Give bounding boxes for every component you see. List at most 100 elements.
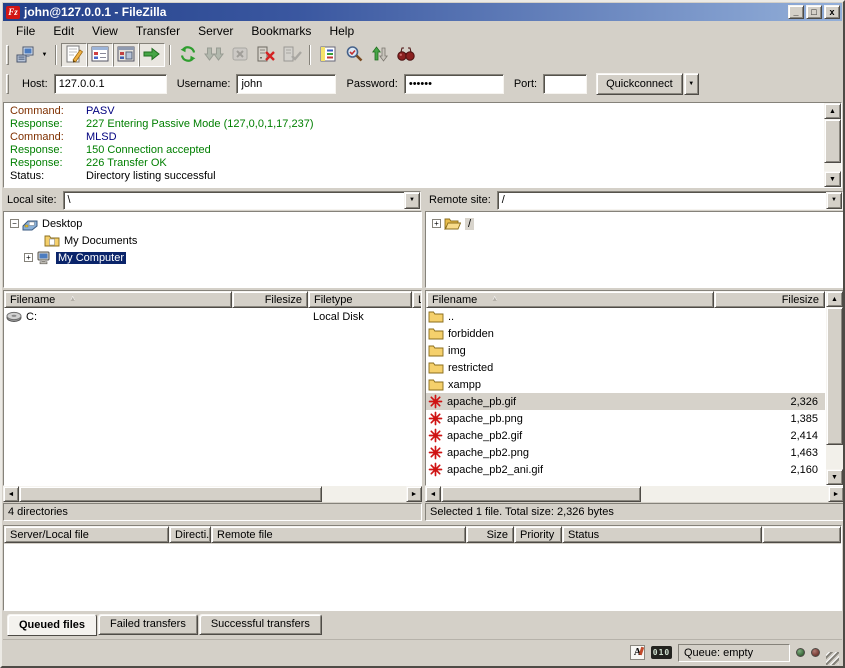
title-bar[interactable]: Fz john@127.0.0.1 - FileZilla _ □ x	[3, 3, 842, 21]
remote-file-row[interactable]: apache_pb2.gif2,414	[426, 427, 825, 444]
menu-edit[interactable]: Edit	[44, 22, 83, 41]
remote-file-row[interactable]: restricted	[426, 359, 825, 376]
tree-item-desktop[interactable]: − Desktop	[4, 215, 421, 232]
menu-view[interactable]: View	[83, 22, 127, 41]
host-input[interactable]	[54, 74, 167, 94]
toggle-local-treeview-button[interactable]	[87, 43, 113, 67]
remote-file-row[interactable]: img	[426, 342, 825, 359]
maximize-button[interactable]: □	[806, 5, 822, 19]
transfer-queue[interactable]: Server/Local file Directi... Remote file…	[3, 525, 842, 611]
scroll-left-icon[interactable]: ◄	[425, 486, 441, 502]
remote-horizontal-scrollbar[interactable]: ◄ ►	[425, 486, 844, 502]
directory-listing-filters-button[interactable]	[315, 43, 341, 67]
menu-bookmarks[interactable]: Bookmarks	[242, 22, 320, 41]
queue-column-server-local-file[interactable]: Server/Local file	[4, 526, 169, 543]
toggle-remote-treeview-button[interactable]	[113, 43, 139, 67]
quickconnect-button[interactable]: Quickconnect	[596, 73, 683, 95]
site-manager-button[interactable]	[12, 43, 38, 67]
quickbar-grip[interactable]	[6, 74, 9, 94]
disconnect-button[interactable]	[253, 43, 279, 67]
queue-column-priority[interactable]: Priority	[514, 526, 562, 543]
toggle-message-log-button[interactable]	[61, 43, 87, 67]
toggle-transfer-queue-button[interactable]	[139, 43, 165, 67]
toolbar-grip[interactable]	[6, 45, 9, 65]
remote-site-dropdown[interactable]: ▼	[826, 192, 842, 209]
directory-comparison-button[interactable]	[341, 43, 367, 67]
scrollbar-track[interactable]	[641, 486, 828, 502]
remote-file-row-selected[interactable]: apache_pb.gif2,326	[426, 393, 825, 410]
scroll-right-icon[interactable]: ►	[828, 486, 844, 502]
queue-column-direction[interactable]: Directi...	[169, 526, 211, 543]
scrollbar-thumb[interactable]	[441, 486, 641, 502]
scrollbar-thumb[interactable]	[824, 119, 841, 163]
cancel-operation-button[interactable]	[227, 43, 253, 67]
minimize-button[interactable]: _	[788, 5, 804, 19]
refresh-button[interactable]	[175, 43, 201, 67]
close-button[interactable]: x	[824, 5, 840, 19]
remote-file-row[interactable]: xampp	[426, 376, 825, 393]
menu-transfer[interactable]: Transfer	[127, 22, 189, 41]
remote-column-filename[interactable]: Filename▲	[426, 291, 714, 308]
remote-file-row[interactable]: apache_pb2_ani.gif2,160	[426, 461, 825, 478]
ascii-transfer-type-icon[interactable]: A	[630, 645, 645, 660]
scrollbar-thumb[interactable]	[826, 307, 843, 445]
reconnect-button[interactable]	[279, 43, 305, 67]
queue-column-size[interactable]: Size	[466, 526, 514, 543]
site-manager-dropdown[interactable]: ▼	[38, 44, 51, 66]
collapse-expander-icon[interactable]: −	[10, 219, 19, 228]
tab-failed-transfers[interactable]: Failed transfers	[98, 614, 198, 635]
username-input[interactable]	[236, 74, 336, 94]
local-column-filesize[interactable]: Filesize	[232, 291, 308, 308]
local-file-row[interactable]: C: Local Disk	[4, 308, 421, 325]
scroll-up-icon[interactable]: ▲	[824, 103, 841, 119]
process-queue-button[interactable]	[201, 43, 227, 67]
queue-column-status[interactable]: Status	[562, 526, 762, 543]
resize-grip[interactable]	[826, 652, 839, 665]
local-column-last-modified[interactable]: L	[412, 291, 422, 308]
local-column-filename[interactable]: Filename▲	[4, 291, 232, 308]
port-input[interactable]	[543, 74, 587, 94]
remote-file-row[interactable]: apache_pb.png1,385	[426, 410, 825, 427]
scrollbar-track[interactable]	[322, 486, 406, 502]
menu-server[interactable]: Server	[189, 22, 242, 41]
find-files-button[interactable]	[393, 43, 419, 67]
remote-file-row[interactable]: apache_pb2.png1,463	[426, 444, 825, 461]
scrollbar-track[interactable]	[826, 445, 843, 469]
binary-transfer-type-icon[interactable]: 010	[651, 646, 672, 659]
message-log[interactable]: Command:PASV Response:227 Entering Passi…	[3, 102, 842, 188]
scrollbar-thumb[interactable]	[19, 486, 322, 502]
tree-item-my-computer[interactable]: + My Computer	[4, 249, 421, 266]
scroll-right-icon[interactable]: ►	[406, 486, 422, 502]
tree-item-my-documents[interactable]: My Documents	[4, 232, 421, 249]
scrollbar-track[interactable]	[824, 163, 841, 171]
scroll-up-icon[interactable]: ▲	[826, 291, 843, 307]
expand-expander-icon[interactable]: +	[432, 219, 441, 228]
log-scrollbar[interactable]: ▲ ▼	[824, 103, 841, 187]
remote-file-list[interactable]: Filename▲ Filesize .. forbidden img rest…	[425, 290, 844, 486]
tree-item-root[interactable]: + /	[426, 215, 843, 232]
local-column-filetype[interactable]: Filetype	[308, 291, 412, 308]
local-tree[interactable]: − Desktop My Documents + My Computer	[3, 211, 422, 288]
remote-column-filesize[interactable]: Filesize	[714, 291, 825, 308]
tab-successful-transfers[interactable]: Successful transfers	[199, 614, 322, 635]
scroll-down-icon[interactable]: ▼	[826, 469, 843, 485]
remote-file-row[interactable]: forbidden	[426, 325, 825, 342]
password-input[interactable]	[404, 74, 504, 94]
local-site-dropdown[interactable]: ▼	[404, 192, 420, 209]
scroll-left-icon[interactable]: ◄	[3, 486, 19, 502]
remote-vertical-scrollbar[interactable]: ▲ ▼	[826, 291, 843, 485]
queue-column-remote-file[interactable]: Remote file	[211, 526, 466, 543]
menu-help[interactable]: Help	[320, 22, 363, 41]
scroll-down-icon[interactable]: ▼	[824, 171, 841, 187]
remote-site-combo[interactable]: / ▼	[497, 191, 843, 210]
local-file-list[interactable]: Filename▲ Filesize Filetype L C: Local D…	[3, 290, 422, 486]
remote-file-row[interactable]: ..	[426, 308, 825, 325]
quickconnect-dropdown[interactable]: ▼	[684, 73, 699, 95]
remote-tree[interactable]: + /	[425, 211, 844, 288]
synchronized-browsing-button[interactable]	[367, 43, 393, 67]
local-horizontal-scrollbar[interactable]: ◄ ►	[3, 486, 422, 502]
tab-queued-files[interactable]: Queued files	[7, 614, 97, 636]
local-site-combo[interactable]: \ ▼	[63, 191, 421, 210]
menu-file[interactable]: File	[7, 22, 44, 41]
expand-expander-icon[interactable]: +	[24, 253, 33, 262]
